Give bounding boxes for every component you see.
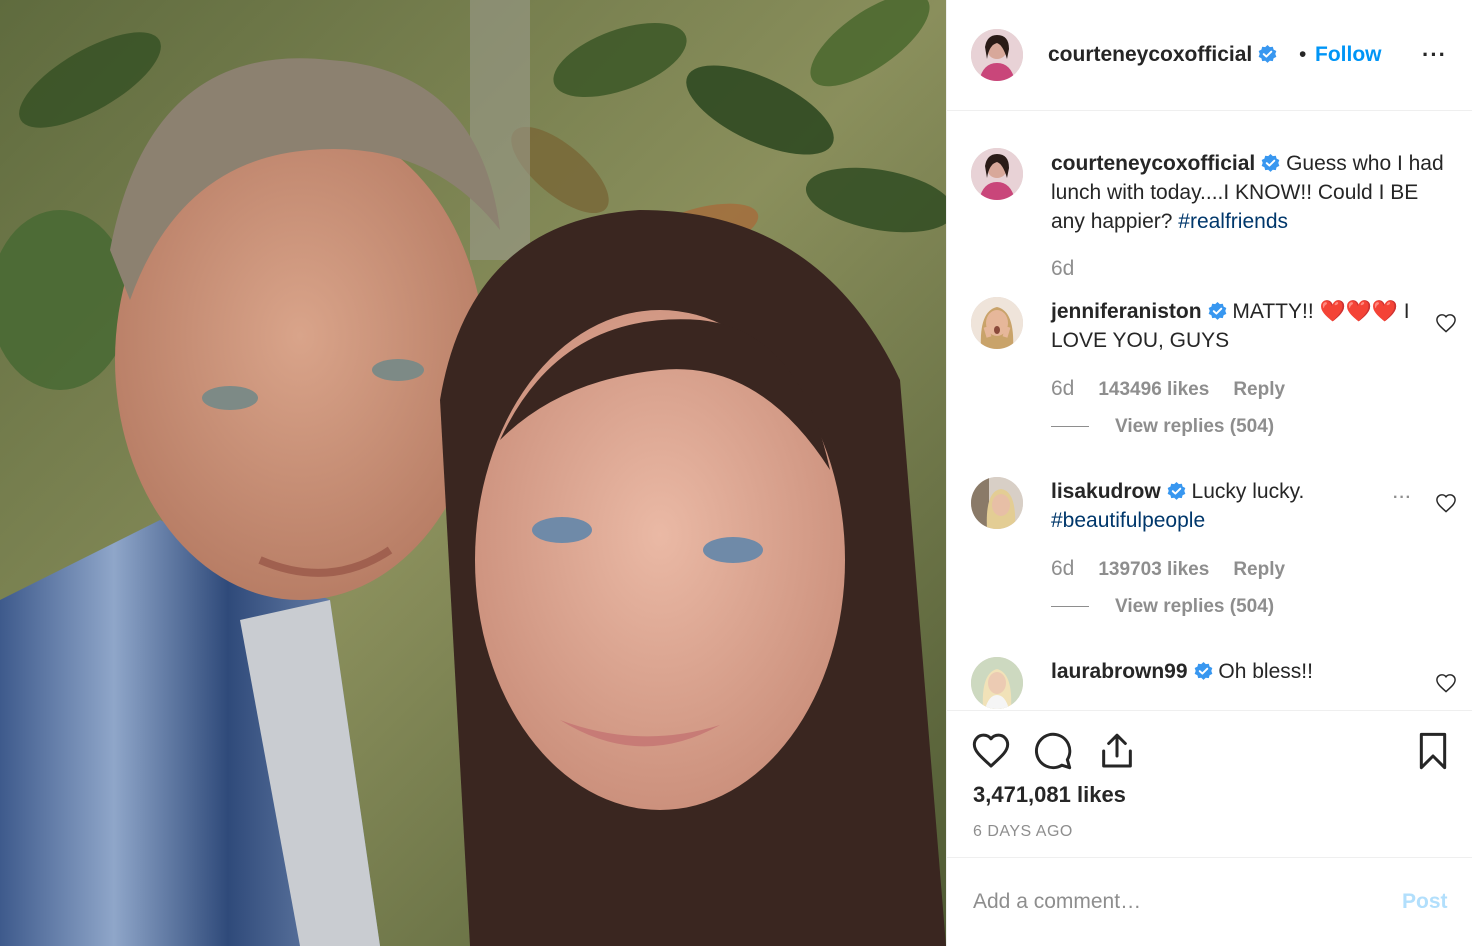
comment-text: laurabrown99 Oh bless!! [1051,657,1449,686]
share-icon[interactable] [1097,731,1137,771]
caption-meta: 6d [1051,257,1098,281]
post-side-panel: courteneycoxofficial • Follow ··· courte… [946,0,1472,946]
comment-text: lisakudrow Lucky lucky. #beautifulpeople [1051,477,1449,535]
post-header: courteneycoxofficial • Follow ··· [947,0,1472,111]
verified-badge-icon [1194,662,1212,680]
post-comment-button[interactable]: Post [1402,890,1448,914]
author-username[interactable]: courteneycoxofficial [1048,43,1277,67]
comment-likes[interactable]: 139703 likes [1098,559,1209,580]
verified-badge-icon [1258,45,1277,63]
caption-text: courteneycoxofficial Guess who I had lun… [1051,149,1449,236]
comment-avatar[interactable] [971,297,1023,349]
comment-age[interactable]: 6d [1051,557,1074,580]
add-comment-input[interactable] [973,886,1373,918]
comments-list[interactable]: courteneycoxofficial Guess who I had lun… [947,112,1472,710]
view-replies-button[interactable]: View replies (504) [1051,596,1274,618]
reply-button[interactable]: Reply [1233,379,1285,400]
comment-body: Lucky lucky. [1191,480,1305,503]
comment-hashtag[interactable]: #beautifulpeople [1051,509,1205,532]
comment-meta: 6d 139703 likes Reply [1051,557,1285,581]
comment-like-heart-icon[interactable] [1435,493,1457,513]
divider-line [1051,606,1089,608]
comment-like-heart-icon[interactable] [1435,313,1457,333]
likes-count[interactable]: 3,471,081 likes [973,782,1126,808]
comment-like-heart-icon[interactable] [1435,673,1457,693]
comment-username[interactable]: jenniferaniston [1051,300,1227,323]
post-photo[interactable] [0,0,946,946]
view-replies-button[interactable]: View replies (504) [1051,416,1274,438]
divider-line [1051,426,1089,428]
selfie-photo-illustration [0,0,946,946]
caption-avatar[interactable] [971,148,1023,200]
comment-bubble-icon[interactable] [1033,731,1073,771]
comment-composer: Post [947,858,1472,946]
verified-badge-icon [1167,482,1186,500]
comment-body: Oh bless!! [1218,660,1313,683]
follow-button[interactable]: Follow [1315,43,1382,67]
caption-username[interactable]: courteneycoxofficial [1051,152,1280,175]
comment-meta: 6d 143496 likes Reply [1051,377,1285,401]
comment-username[interactable]: laurabrown99 [1051,660,1213,683]
comment-avatar[interactable] [971,477,1023,529]
comment-age[interactable]: 6d [1051,377,1074,400]
comment-username[interactable]: lisakudrow [1051,480,1186,503]
reply-button[interactable]: Reply [1233,559,1285,580]
post-date[interactable]: 6 DAYS AGO [973,823,1073,841]
comment-likes[interactable]: 143496 likes [1098,379,1209,400]
caption-hashtag[interactable]: #realfriends [1178,210,1288,233]
heart-icon[interactable] [971,731,1011,771]
more-options-icon[interactable]: ··· [1422,42,1450,68]
header-separator-dot: • [1299,43,1307,66]
verified-badge-icon [1261,154,1280,172]
bookmark-icon[interactable] [1413,731,1453,771]
comment-more-options-icon[interactable]: ··· [1393,489,1412,507]
author-avatar[interactable] [971,29,1023,81]
verified-badge-icon [1208,302,1226,320]
comment-avatar[interactable] [971,657,1023,709]
post-actions: 3,471,081 likes 6 DAYS AGO [947,710,1472,858]
caption-age[interactable]: 6d [1051,257,1074,280]
comment-text: jenniferaniston MATTY!! ❤️❤️❤️ I LOVE YO… [1051,297,1449,355]
